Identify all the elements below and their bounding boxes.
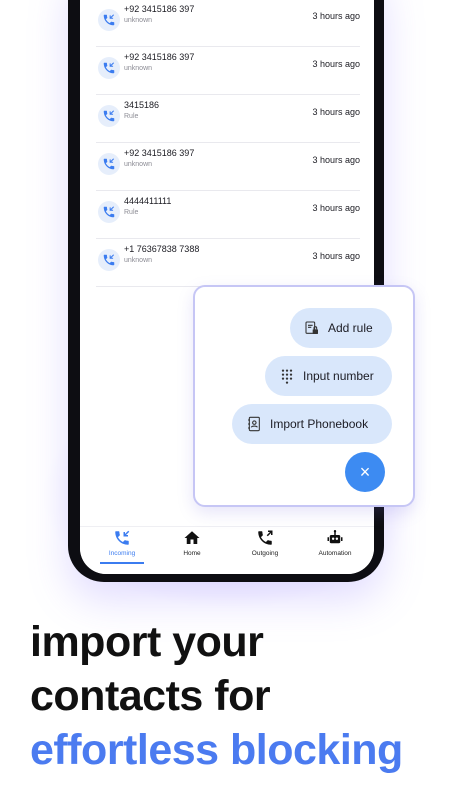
add-rule-label: Add rule	[328, 321, 373, 335]
headline-line-2: contacts for	[30, 672, 271, 720]
call-time: 3 hours ago	[312, 59, 360, 69]
call-log-row[interactable]: 3415186 Rule 3 hours ago	[96, 96, 360, 143]
incoming-call-icon	[98, 9, 120, 31]
outgoing-call-icon	[258, 530, 273, 545]
call-time: 3 hours ago	[312, 107, 360, 117]
call-log-row[interactable]: +92 3415186 397 unknown 3 hours ago	[96, 144, 360, 191]
call-time: 3 hours ago	[312, 11, 360, 21]
nav-label: Home	[183, 550, 201, 557]
call-number: +1 76367838 7388	[124, 244, 200, 254]
call-time: 3 hours ago	[312, 155, 360, 165]
home-icon	[184, 531, 200, 544]
incoming-call-icon	[98, 249, 120, 271]
call-number: +92 3415186 397	[124, 52, 195, 62]
call-log-row[interactable]: +92 3415186 397 unknown 3 hours ago	[96, 0, 360, 47]
import-phonebook-label: Import Phonebook	[270, 417, 369, 431]
call-time: 3 hours ago	[312, 251, 360, 261]
call-log-row[interactable]: +1 76367838 7388 unknown 3 hours ago	[96, 240, 360, 287]
dialpad-icon	[281, 369, 293, 384]
call-log-row[interactable]: 4444411111 Rule 3 hours ago	[96, 192, 360, 239]
incoming-call-icon	[115, 530, 130, 545]
input-number-label: Input number	[303, 369, 374, 383]
call-label: unknown	[124, 161, 153, 168]
call-time: 3 hours ago	[312, 203, 360, 213]
import-phonebook-button[interactable]: Import Phonebook	[232, 404, 392, 444]
nav-tab-automation[interactable]: Automation	[300, 529, 370, 569]
add-rule-button[interactable]: Add rule	[290, 308, 392, 348]
call-label: unknown	[124, 65, 153, 72]
input-number-button[interactable]: Input number	[265, 356, 392, 396]
call-label: unknown	[124, 17, 153, 24]
nav-label: Outgoing	[251, 550, 279, 557]
call-number: 4444411111	[124, 196, 172, 206]
nav-label: Incoming	[108, 550, 136, 557]
marketing-headline: import your contacts for effortless bloc…	[30, 615, 450, 777]
nav-label: Automation	[318, 550, 352, 557]
bottom-navigation: Incoming Home Outgoing Automation	[80, 526, 374, 574]
incoming-call-icon	[98, 105, 120, 127]
call-label: Rule	[124, 113, 139, 120]
call-log-row[interactable]: +92 3415186 397 unknown 3 hours ago	[96, 48, 360, 95]
incoming-call-icon	[98, 57, 120, 79]
active-tab-indicator	[100, 562, 144, 564]
nav-tab-home[interactable]: Home	[157, 529, 227, 569]
nav-tab-outgoing[interactable]: Outgoing	[230, 529, 300, 569]
headline-line-1: import your	[30, 618, 264, 666]
headline-line-3: effortless blocking	[30, 726, 403, 774]
robot-icon	[327, 530, 343, 544]
contact-book-icon	[248, 416, 260, 432]
quick-actions-menu: Add rule Input number Import Phonebook ×	[193, 285, 415, 507]
close-menu-button[interactable]: ×	[345, 452, 385, 492]
call-number: +92 3415186 397	[124, 4, 195, 14]
incoming-call-icon	[98, 201, 120, 223]
incoming-call-icon	[98, 153, 120, 175]
call-number: +92 3415186 397	[124, 148, 195, 158]
call-number: 3415186	[124, 100, 160, 110]
close-icon: ×	[359, 461, 371, 482]
rule-lock-icon	[305, 321, 318, 334]
call-label: unknown	[124, 257, 153, 264]
call-label: Rule	[124, 209, 139, 216]
